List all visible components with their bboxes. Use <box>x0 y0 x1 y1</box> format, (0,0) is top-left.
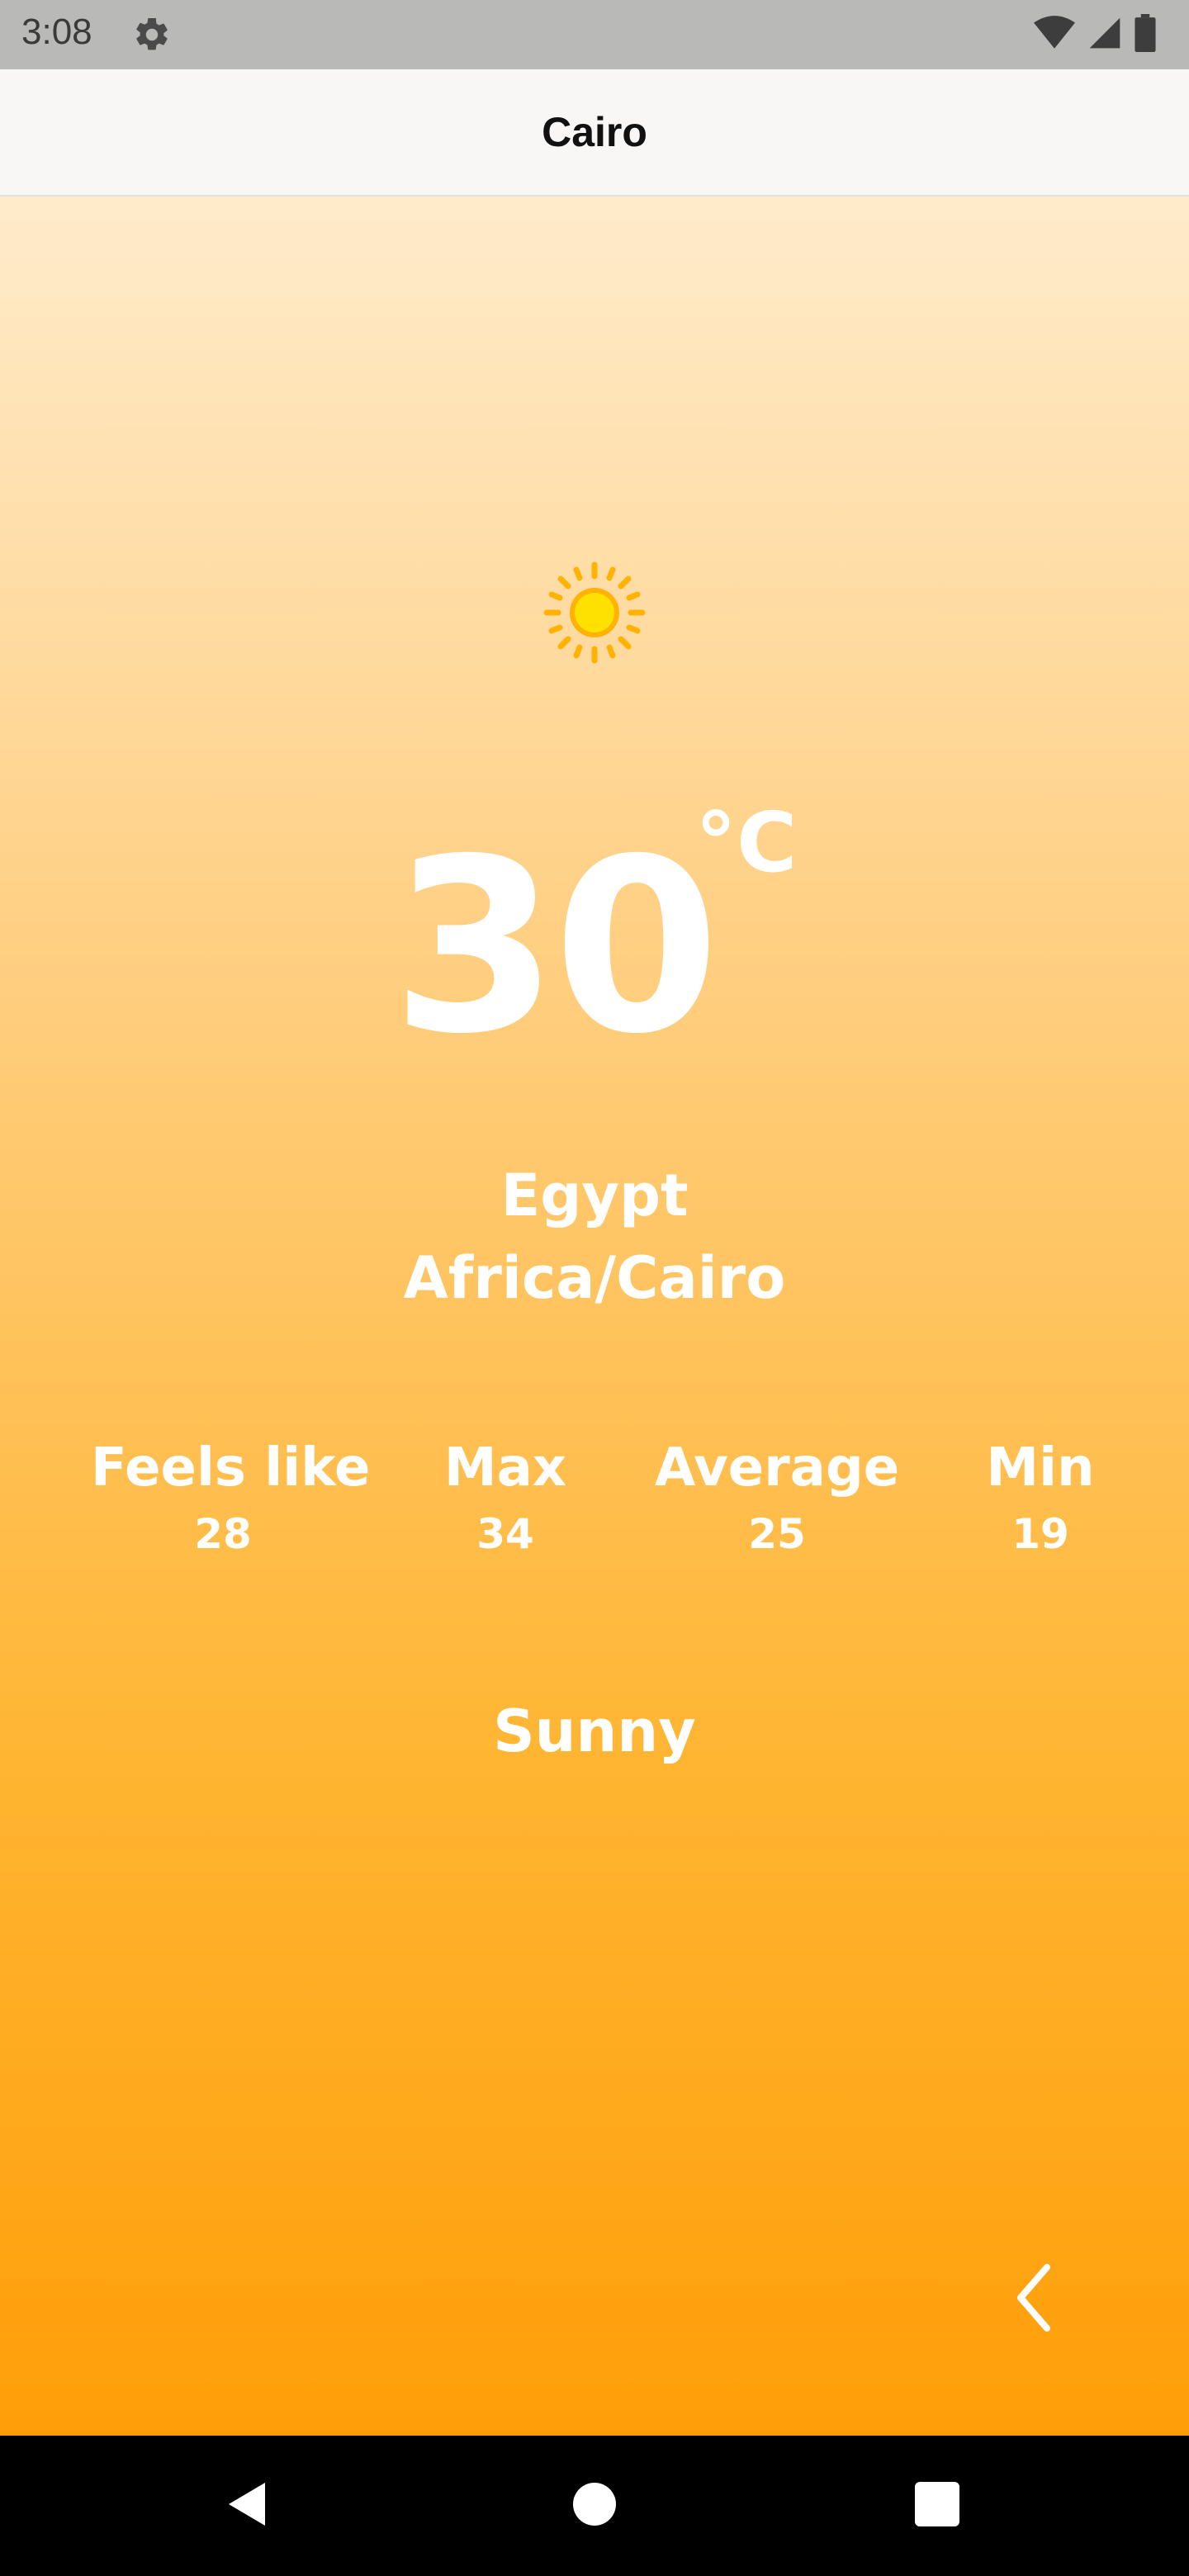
temperature-value: 30 <box>391 808 720 1087</box>
stat-max: Max 34 <box>424 1435 586 1567</box>
recents-square-icon <box>915 2482 959 2530</box>
system-nav-bar <box>0 2436 1189 2576</box>
wifi-icon <box>1034 15 1075 54</box>
temperature-display: 30 °C <box>0 794 1189 1088</box>
system-recents-button[interactable] <box>892 2460 983 2551</box>
system-back-button[interactable] <box>203 2460 294 2551</box>
stat-value: 34 <box>476 1510 534 1558</box>
stat-average: Average 25 <box>649 1435 905 1567</box>
status-icons <box>1034 14 1156 55</box>
stat-min: Min 19 <box>966 1435 1115 1567</box>
stat-value: 25 <box>748 1510 806 1558</box>
gear-icon <box>132 15 172 54</box>
signal-icon <box>1087 15 1123 54</box>
weather-panel: 30 °C Egypt Africa/Cairo Feels like 28 M… <box>0 197 1189 2436</box>
status-time: 3:08 <box>21 12 92 52</box>
status-bar: 3:08 <box>0 0 1189 69</box>
page-title: Cairo <box>542 109 647 155</box>
back-triangle-icon <box>224 2479 273 2532</box>
stat-label: Average <box>654 1437 900 1499</box>
stat-label: Min <box>986 1437 1095 1499</box>
home-circle-icon <box>571 2481 618 2531</box>
stat-label: Max <box>443 1437 567 1499</box>
battery-icon <box>1135 14 1156 55</box>
screen: 3:08 Cairo 30 °C Egypt Africa/Cairo Feel… <box>0 0 1189 2576</box>
location: Egypt Africa/Cairo <box>0 1154 1189 1319</box>
weather-stats: Feels like 28 Max 34 Average 25 Min 19 <box>0 1435 1189 1592</box>
timezone-label: Africa/Cairo <box>403 1244 786 1312</box>
country-label: Egypt <box>500 1162 689 1229</box>
app-bar: Cairo <box>0 69 1189 197</box>
weather-condition: Sunny <box>493 1698 696 1765</box>
temperature-unit: °C <box>695 794 798 891</box>
sun-icon <box>542 560 647 665</box>
stat-feels-like: Feels like 28 <box>91 1435 371 1567</box>
back-button[interactable] <box>1007 2261 1060 2335</box>
system-home-button[interactable] <box>549 2460 640 2551</box>
chevron-left-icon <box>1007 2264 1060 2338</box>
stat-value: 28 <box>194 1510 252 1558</box>
stat-value: 19 <box>1011 1510 1069 1558</box>
stat-label: Feels like <box>91 1437 371 1499</box>
